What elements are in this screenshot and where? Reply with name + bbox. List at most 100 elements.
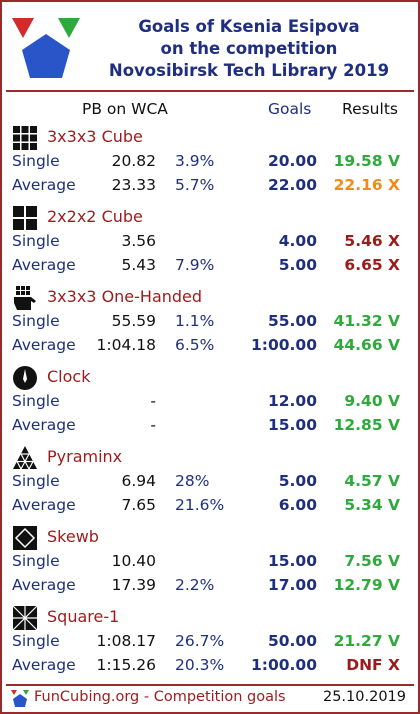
average-row: Average 7.65 21.6% 6.00 5.34 V bbox=[2, 496, 418, 518]
goal-value: 5.00 bbox=[278, 256, 317, 274]
footer-date: 25.10.2019 bbox=[322, 689, 406, 705]
pb-value: 5.43 bbox=[121, 256, 156, 274]
row-label: Single bbox=[12, 552, 60, 570]
cube-3x3-icon bbox=[12, 125, 38, 151]
column-header-results: Results bbox=[342, 100, 398, 118]
row-label: Single bbox=[12, 392, 60, 410]
single-row: Single 10.40 15.00 7.56 V bbox=[2, 552, 418, 574]
event-name: Skewb bbox=[47, 527, 99, 546]
row-label: Average bbox=[12, 336, 76, 354]
event-name: 3x3x3 One-Handed bbox=[47, 287, 203, 306]
goal-value: 1:00.00 bbox=[250, 656, 317, 674]
average-row: Average - 15.00 12.85 V bbox=[2, 416, 418, 438]
event-header: Clock bbox=[2, 364, 418, 390]
column-header-pb: PB on WCA bbox=[82, 100, 168, 118]
cube-2x2-icon bbox=[12, 205, 38, 231]
event-name: Square-1 bbox=[47, 607, 120, 626]
pb-value: 10.40 bbox=[111, 552, 156, 570]
event-header: 2x2x2 Cube bbox=[2, 204, 418, 230]
single-row: Single 20.82 3.9% 20.00 19.58 V bbox=[2, 152, 418, 174]
goal-value: 55.00 bbox=[267, 312, 317, 330]
clock-icon bbox=[12, 365, 38, 391]
single-row: Single - 12.00 9.40 V bbox=[2, 392, 418, 414]
goal-value: 15.00 bbox=[267, 552, 317, 570]
event-header: Pyraminx bbox=[2, 444, 418, 470]
pb-value: 55.59 bbox=[111, 312, 156, 330]
row-label: Average bbox=[12, 576, 76, 594]
result-value: 5.46 X bbox=[344, 232, 400, 250]
goal-value: 12.00 bbox=[267, 392, 317, 410]
single-row: Single 55.59 1.1% 55.00 41.32 V bbox=[2, 312, 418, 334]
header: Goals of Ksenia Esipova on the competiti… bbox=[2, 2, 418, 88]
result-value: 5.34 V bbox=[344, 496, 400, 514]
pb-value: 20.82 bbox=[111, 152, 156, 170]
square-1-icon bbox=[12, 605, 38, 631]
pb-value: 23.33 bbox=[111, 176, 156, 194]
row-label: Average bbox=[12, 176, 76, 194]
single-row: Single 6.94 28% 5.00 4.57 V bbox=[2, 472, 418, 494]
skewb-icon bbox=[12, 525, 38, 551]
goal-value: 1:00.00 bbox=[250, 336, 317, 354]
goal-value: 5.00 bbox=[278, 472, 317, 490]
pb-percent: 6.5% bbox=[175, 336, 215, 354]
pb-percent: 1.1% bbox=[175, 312, 215, 330]
row-label: Single bbox=[12, 312, 60, 330]
event-header: Skewb bbox=[2, 524, 418, 550]
row-label: Single bbox=[12, 152, 60, 170]
header-divider bbox=[6, 90, 414, 92]
result-value: 12.79 V bbox=[333, 576, 400, 594]
result-value: 12.85 V bbox=[333, 416, 400, 434]
average-row: Average 1:15.26 20.3% 1:00.00 DNF X bbox=[2, 656, 418, 678]
event-header: Square-1 bbox=[2, 604, 418, 631]
goals-card: Goals of Ksenia Esipova on the competiti… bbox=[0, 0, 420, 714]
row-label: Average bbox=[12, 256, 76, 274]
pb-value: 1:15.26 bbox=[96, 656, 156, 674]
goal-value: 17.00 bbox=[267, 576, 317, 594]
average-row: Average 1:04.18 6.5% 1:00.00 44.66 V bbox=[2, 336, 418, 358]
row-label: Average bbox=[12, 496, 76, 514]
pb-value: 1:04.18 bbox=[96, 336, 156, 354]
result-value: 19.58 V bbox=[333, 152, 400, 170]
goal-value: 4.00 bbox=[278, 232, 317, 250]
result-value: DNF X bbox=[346, 656, 400, 674]
average-row: Average 17.39 2.2% 17.00 12.79 V bbox=[2, 576, 418, 598]
single-row: Single 3.56 4.00 5.46 X bbox=[2, 232, 418, 254]
event-name: 3x3x3 Cube bbox=[47, 127, 143, 146]
goal-value: 20.00 bbox=[267, 152, 317, 170]
result-value: 21.27 V bbox=[333, 632, 400, 650]
title-line-3: Novosibirsk Tech Library 2019 bbox=[108, 61, 390, 80]
event-name: 2x2x2 Cube bbox=[47, 207, 143, 226]
single-row: Single 1:08.17 26.7% 50.00 21.27 V bbox=[2, 632, 418, 654]
result-value: 22.16 X bbox=[333, 176, 400, 194]
one-handed-icon bbox=[12, 285, 38, 311]
goal-value: 6.00 bbox=[278, 496, 317, 514]
average-row: Average 5.43 7.9% 5.00 6.65 X bbox=[2, 256, 418, 278]
event-name: Pyraminx bbox=[47, 447, 123, 466]
average-row: Average 23.33 5.7% 22.00 22.16 X bbox=[2, 176, 418, 198]
row-label: Average bbox=[12, 416, 76, 434]
pb-percent: 20.3% bbox=[175, 656, 225, 674]
result-value: 6.65 X bbox=[344, 256, 400, 274]
row-label: Single bbox=[12, 232, 60, 250]
pb-value: 7.65 bbox=[121, 496, 156, 514]
pb-percent: 2.2% bbox=[175, 576, 215, 594]
pb-value: 1:08.17 bbox=[96, 632, 156, 650]
result-value: 41.32 V bbox=[333, 312, 400, 330]
pb-percent: 3.9% bbox=[175, 152, 215, 170]
funcubing-small-logo-icon bbox=[11, 690, 29, 707]
row-label: Single bbox=[12, 632, 60, 650]
column-header-goals: Goals bbox=[268, 100, 312, 118]
title-line-1: Goals of Ksenia Esipova bbox=[138, 17, 360, 36]
goal-value: 15.00 bbox=[267, 416, 317, 434]
event-header: 3x3x3 One-Handed bbox=[2, 284, 418, 310]
goal-value: 50.00 bbox=[267, 632, 317, 650]
title-line-2: on the competition bbox=[160, 39, 338, 58]
result-value: 4.57 V bbox=[344, 472, 400, 490]
pb-value: - bbox=[150, 416, 156, 434]
funcubing-logo-icon bbox=[12, 18, 80, 78]
footer-site-text: FunCubing.org - Competition goals bbox=[34, 689, 286, 705]
page-title: Goals of Ksenia Esipova on the competiti… bbox=[88, 16, 410, 82]
goal-value: 22.00 bbox=[267, 176, 317, 194]
pb-value: 3.56 bbox=[121, 232, 156, 250]
pb-value: 6.94 bbox=[121, 472, 156, 490]
